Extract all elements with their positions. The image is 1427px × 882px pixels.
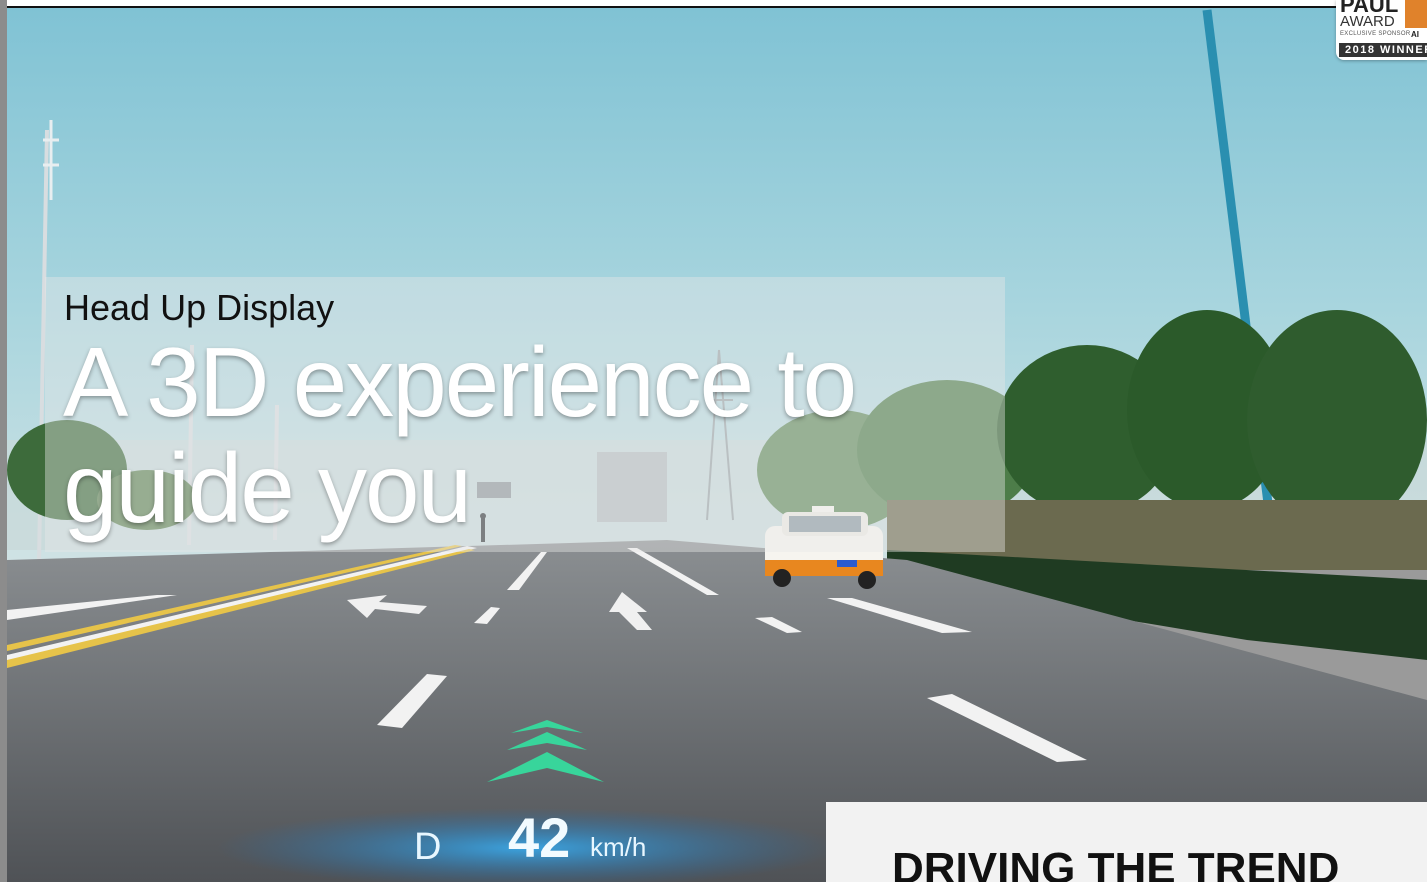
trend-banner-text: DRIVING THE TREND bbox=[892, 844, 1340, 882]
badge-winner-strip: 2018 WINNER bbox=[1339, 43, 1427, 57]
left-frame-edge bbox=[0, 0, 7, 882]
hud-speed-unit: km/h bbox=[590, 832, 647, 862]
award-badge: PAUL AWARD EXCLUSIVE SPONSOR AI 2018 WIN… bbox=[1336, 0, 1427, 60]
hero-subtitle: Head Up Display bbox=[64, 287, 335, 328]
hero-overlay: Head Up Display A 3D experience to guide… bbox=[45, 277, 1005, 552]
top-rule bbox=[7, 0, 1337, 8]
trend-banner: DRIVING THE TREND bbox=[826, 802, 1427, 882]
badge-sponsor-text: EXCLUSIVE SPONSOR bbox=[1340, 31, 1411, 37]
badge-award-text: AWARD bbox=[1340, 13, 1395, 30]
badge-sponsor-brand: AI bbox=[1411, 30, 1419, 39]
hero-headline: A 3D experience to guide you bbox=[63, 327, 857, 543]
hud-speed-value: 42 bbox=[508, 806, 571, 869]
badge-orange-mark bbox=[1405, 0, 1427, 28]
hud-gear-indicator: D bbox=[414, 826, 442, 868]
